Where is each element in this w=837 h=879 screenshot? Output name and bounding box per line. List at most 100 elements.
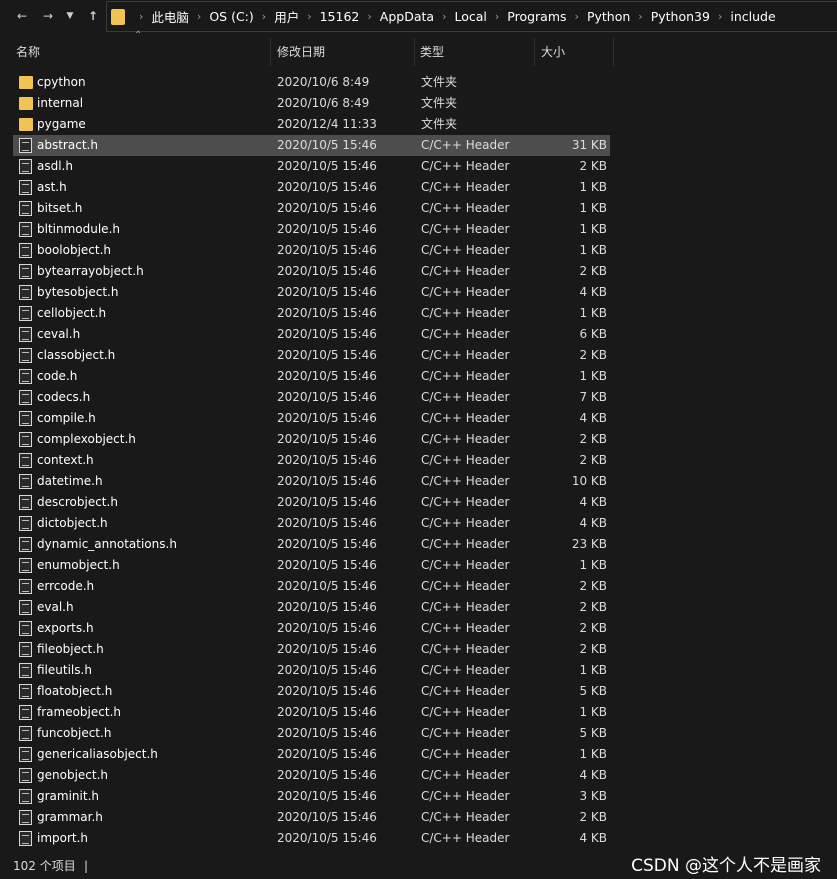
file-row[interactable]: floatobject.h 2020/10/5 15:46 C/C++ Header…: [13, 681, 610, 702]
back-button[interactable]: ←: [12, 6, 32, 26]
file-date: 2020/10/5 15:46: [277, 726, 377, 740]
file-row[interactable]: bltinmodule.h 2020/10/5 15:46 C/C++ Header…: [13, 219, 610, 240]
file-size: 1 KB: [579, 243, 607, 257]
file-type: C/C++ Header: [421, 285, 510, 299]
file-size: 1 KB: [579, 747, 607, 761]
file-date: 2020/10/5 15:46: [277, 369, 377, 383]
file-type: C/C++ Header: [421, 327, 510, 341]
breadcrumb-separator-icon[interactable]: ›: [367, 10, 371, 23]
file-row[interactable]: boolobject.h 2020/10/5 15:46 C/C++ Header 1…: [13, 240, 610, 261]
breadcrumb-separator-icon[interactable]: ›: [495, 10, 499, 23]
file-date: 2020/12/4 11:33: [277, 117, 377, 131]
file-row[interactable]: eval.h 2020/10/5 15:46 C/C++ Header 2 KB: [13, 597, 610, 618]
file-row[interactable]: context.h 2020/10/5 15:46 C/C++ Header 2 KB: [13, 450, 610, 471]
file-row[interactable]: exports.h 2020/10/5 15:46 C/C++ Header 2 KB: [13, 618, 610, 639]
file-row[interactable]: code.h 2020/10/5 15:46 C/C++ Header 1 KB: [13, 366, 610, 387]
file-name: exports.h: [37, 621, 94, 635]
column-divider[interactable]: [414, 38, 415, 66]
file-row[interactable]: classobject.h 2020/10/5 15:46 C/C++ Header…: [13, 345, 610, 366]
file-row[interactable]: complexobject.h 2020/10/5 15:46 C/C++ Head…: [13, 429, 610, 450]
file-size: 2 KB: [579, 348, 607, 362]
file-row[interactable]: fileutils.h 2020/10/5 15:46 C/C++ Header 1 …: [13, 660, 610, 681]
forward-button[interactable]: →: [38, 6, 58, 26]
file-row[interactable]: codecs.h 2020/10/5 15:46 C/C++ Header 7 KB: [13, 387, 610, 408]
column-size-header[interactable]: 大小: [541, 38, 565, 66]
column-divider[interactable]: [534, 38, 535, 66]
breadcrumb-separator-icon[interactable]: ›: [442, 10, 446, 23]
file-date: 2020/10/5 15:46: [277, 663, 377, 677]
breadcrumb-item[interactable]: 此电脑: [151, 7, 189, 26]
file-size: 2 KB: [579, 810, 607, 824]
column-type-header[interactable]: 类型: [420, 38, 444, 66]
file-size: 1 KB: [579, 369, 607, 383]
file-row[interactable]: funcobject.h 2020/10/5 15:46 C/C++ Header 5…: [13, 723, 610, 744]
file-row[interactable]: dynamic_annotations.h 2020/10/5 15:46 C/C+…: [13, 534, 610, 555]
breadcrumb-item[interactable]: OS (C:): [209, 9, 253, 24]
file-size: 10 KB: [571, 474, 607, 488]
breadcrumb-separator-icon[interactable]: ›: [307, 10, 311, 23]
file-name: genobject.h: [37, 768, 109, 782]
file-row[interactable]: fileobject.h 2020/10/5 15:46 C/C++ Header 2…: [13, 639, 610, 660]
recent-locations-button[interactable]: ▼: [63, 6, 77, 26]
file-name: boolobject.h: [37, 243, 112, 257]
file-row[interactable]: ceval.h 2020/10/5 15:46 C/C++ Header 6 KB: [13, 324, 610, 345]
file-name: bytearrayobject.h: [37, 264, 144, 278]
file-row[interactable]: grammar.h 2020/10/5 15:46 C/C++ Header 2 KB: [13, 807, 610, 828]
file-row[interactable]: genobject.h 2020/10/5 15:46 C/C++ Header 4 …: [13, 765, 610, 786]
folder-row[interactable]: pygame 2020/12/4 11:33 文件夹: [13, 114, 610, 135]
file-row[interactable]: abstract.h 2020/10/5 15:46 C/C++ Header 31 …: [13, 135, 610, 156]
file-date: 2020/10/5 15:46: [277, 474, 377, 488]
breadcrumb-separator-icon[interactable]: ›: [638, 10, 642, 23]
breadcrumb-separator-icon[interactable]: ›: [197, 10, 201, 23]
file-date: 2020/10/5 15:46: [277, 789, 377, 803]
breadcrumb-item[interactable]: AppData: [380, 9, 434, 24]
breadcrumb-item[interactable]: Local: [454, 9, 486, 24]
breadcrumb-separator-icon[interactable]: ›: [139, 10, 143, 23]
file-row[interactable]: cellobject.h 2020/10/5 15:46 C/C++ Header 1…: [13, 303, 610, 324]
file-size: 3 KB: [579, 789, 607, 803]
file-row[interactable]: enumobject.h 2020/10/5 15:46 C/C++ Header 1…: [13, 555, 610, 576]
file-name: bltinmodule.h: [37, 222, 120, 236]
column-divider[interactable]: [270, 38, 271, 66]
file-row[interactable]: bitset.h 2020/10/5 15:46 C/C++ Header 1 KB: [13, 198, 610, 219]
breadcrumb-item[interactable]: 15162: [320, 9, 360, 24]
column-date-header[interactable]: 修改日期: [277, 38, 325, 66]
file-row[interactable]: dictobject.h 2020/10/5 15:46 C/C++ Header 4…: [13, 513, 610, 534]
breadcrumb-item[interactable]: 用户: [274, 7, 299, 26]
column-name-header[interactable]: 名称: [16, 38, 40, 66]
file-row[interactable]: import.h 2020/10/5 15:46 C/C++ Header 4 KB: [13, 828, 610, 849]
file-type: C/C++ Header: [421, 747, 510, 761]
file-date: 2020/10/5 15:46: [277, 810, 377, 824]
address-bar[interactable]: › 此电脑 › OS (C:) › 用户 › 15162 › AppData › Local › Prog…: [106, 1, 837, 32]
file-row[interactable]: genericaliasobject.h 2020/10/5 15:46 C/C++…: [13, 744, 610, 765]
file-row[interactable]: bytesobject.h 2020/10/5 15:46 C/C++ Header…: [13, 282, 610, 303]
file-icon: [19, 495, 32, 510]
column-divider[interactable]: [613, 38, 614, 66]
file-type: 文件夹: [421, 96, 458, 110]
folder-row[interactable]: internal 2020/10/6 8:49 文件夹: [13, 93, 610, 114]
breadcrumb-item[interactable]: Programs: [507, 9, 566, 24]
folder-icon: [19, 118, 33, 131]
breadcrumb-separator-icon[interactable]: ›: [262, 10, 266, 23]
breadcrumb-item[interactable]: include: [730, 9, 775, 24]
file-name: pygame: [37, 117, 86, 131]
breadcrumb-separator-icon[interactable]: ›: [718, 10, 722, 23]
folder-row[interactable]: cpython 2020/10/6 8:49 文件夹: [13, 72, 610, 93]
file-row[interactable]: compile.h 2020/10/5 15:46 C/C++ Header 4 KB: [13, 408, 610, 429]
file-row[interactable]: descrobject.h 2020/10/5 15:46 C/C++ Header…: [13, 492, 610, 513]
file-size: 1 KB: [579, 558, 607, 572]
file-row[interactable]: ast.h 2020/10/5 15:46 C/C++ Header 1 KB: [13, 177, 610, 198]
file-type: C/C++ Header: [421, 810, 510, 824]
file-row[interactable]: asdl.h 2020/10/5 15:46 C/C++ Header 2 KB: [13, 156, 610, 177]
file-row[interactable]: datetime.h 2020/10/5 15:46 C/C++ Header 10 …: [13, 471, 610, 492]
file-row[interactable]: frameobject.h 2020/10/5 15:46 C/C++ Header…: [13, 702, 610, 723]
file-name: bytesobject.h: [37, 285, 119, 299]
breadcrumb-item[interactable]: Python39: [651, 9, 710, 24]
file-type: 文件夹: [421, 117, 458, 131]
breadcrumb-item[interactable]: Python: [587, 9, 630, 24]
file-row[interactable]: errcode.h 2020/10/5 15:46 C/C++ Header 2 KB: [13, 576, 610, 597]
breadcrumb-separator-icon[interactable]: ›: [575, 10, 579, 23]
file-row[interactable]: graminit.h 2020/10/5 15:46 C/C++ Header 3 K…: [13, 786, 610, 807]
up-button[interactable]: ↑: [83, 6, 103, 26]
file-row[interactable]: bytearrayobject.h 2020/10/5 15:46 C/C++ He…: [13, 261, 610, 282]
